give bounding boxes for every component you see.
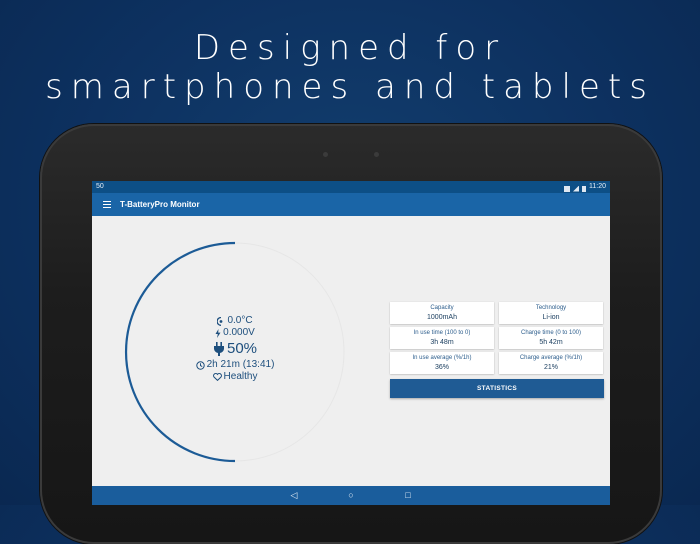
- promo-headline-line-1: Designed for: [193, 28, 507, 68]
- status-left-text: 50: [96, 183, 104, 190]
- card-label: In use time (100 to 0): [413, 330, 471, 336]
- card-in-use-average: In use average (%/1h) 36%: [390, 352, 494, 374]
- card-value: 1000mAh: [427, 314, 457, 321]
- card-value: 3h 48m: [430, 339, 454, 346]
- card-charge-time: Charge time (0 to 100) 5h 42m: [499, 327, 603, 349]
- temperature-row: 0.0°C: [195, 315, 275, 327]
- voltage-row: 0.000V: [195, 327, 275, 339]
- signal-icon: [573, 185, 579, 192]
- level-row: 50%: [195, 339, 275, 359]
- health-value: Healthy: [223, 371, 258, 382]
- card-technology: Technology Li-ion: [499, 302, 603, 324]
- hamburger-menu-icon[interactable]: [103, 200, 111, 210]
- voltage-value: 0.000V: [223, 327, 255, 338]
- status-right: 11:20: [564, 181, 606, 193]
- card-value: 36%: [434, 364, 449, 371]
- battery-icon: [582, 185, 586, 192]
- recents-icon[interactable]: □: [402, 491, 414, 500]
- battery-level-value: 50%: [226, 340, 258, 357]
- card-label: Charge average (%/1h): [519, 355, 583, 361]
- status-bar: 50 11:20: [92, 181, 610, 193]
- front-sensor: [374, 152, 379, 157]
- card-charge-average: Charge average (%/1h) 21%: [499, 352, 603, 374]
- lightning-icon: [215, 328, 221, 338]
- clock-icon: [195, 360, 205, 370]
- tablet-screen: 50 11:20 T-BatteryPro Monitor 0.0°C 0.00…: [92, 181, 610, 505]
- plug-icon: [213, 342, 224, 356]
- card-capacity: Capacity 1000mAh: [390, 302, 494, 324]
- back-icon[interactable]: ◁: [288, 491, 300, 500]
- card-label: Charge time (0 to 100): [520, 330, 582, 336]
- home-icon[interactable]: ○: [345, 491, 357, 500]
- promo-headline-line-2: smartphones and tablets: [45, 67, 655, 107]
- card-value: 21%: [543, 364, 558, 371]
- app-bar: T-BatteryPro Monitor: [92, 193, 610, 216]
- card-label: Capacity: [430, 305, 454, 311]
- temperature-value: 0.0°C: [227, 315, 253, 326]
- card-label: In use average (%/1h): [412, 355, 472, 361]
- time-left-value: 2h 21m (13:41): [206, 359, 275, 370]
- thermometer-icon: [217, 316, 223, 326]
- battery-readouts: 0.0°C 0.000V 50% 2h 21m (13:41) Healthy: [195, 315, 275, 383]
- health-row: Healthy: [195, 371, 275, 383]
- navigation-bar: ◁ ○ □: [92, 486, 610, 505]
- heart-icon: [212, 373, 222, 381]
- card-value: 5h 42m: [539, 339, 563, 346]
- cast-icon: [564, 185, 570, 192]
- status-time: 11:20: [589, 183, 606, 190]
- statistics-button[interactable]: STATISTICS: [390, 379, 604, 398]
- card-label: Technology: [535, 305, 567, 311]
- card-value: Li-ion: [542, 314, 560, 321]
- card-in-use-time: In use time (100 to 0) 3h 48m: [390, 327, 494, 349]
- front-camera: [323, 152, 328, 157]
- time-left-row: 2h 21m (13:41): [195, 359, 275, 371]
- app-title: T-BatteryPro Monitor: [120, 200, 200, 209]
